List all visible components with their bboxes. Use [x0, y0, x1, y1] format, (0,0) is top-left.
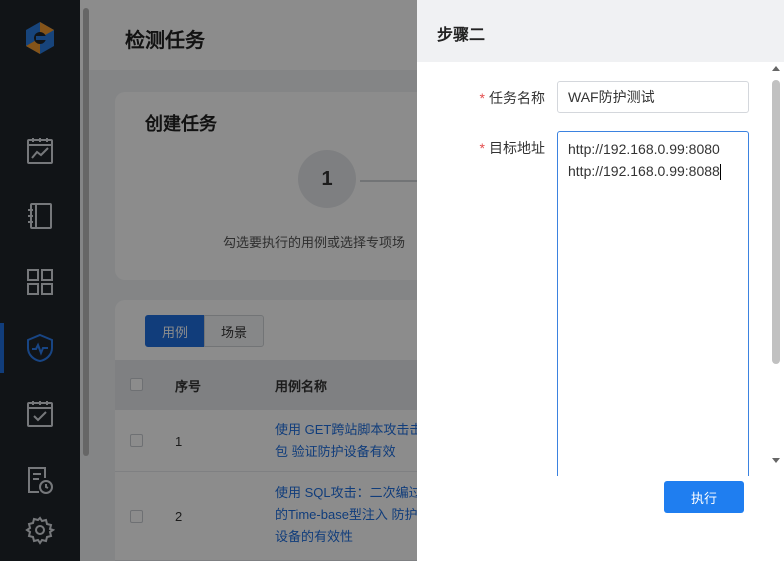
- target-address-textarea[interactable]: http://192.168.0.99:8080 http://192.168.0…: [557, 131, 749, 476]
- required-mark: *: [479, 90, 485, 106]
- target-address-line: http://192.168.0.99:8088: [568, 163, 720, 179]
- scroll-down-arrow-icon[interactable]: [772, 458, 780, 463]
- text-caret: [719, 164, 721, 181]
- step-two-drawer: 步骤二 * 任务名称 WAF防护测试 * 目标地址 http://192.168.0…: [417, 0, 784, 561]
- required-mark: *: [479, 140, 485, 156]
- drawer-scrollbar-thumb[interactable]: [772, 80, 780, 364]
- task-name-label: * 任务名称: [479, 90, 545, 106]
- drawer-mask[interactable]: [0, 0, 417, 561]
- target-address-label: * 目标地址: [479, 140, 545, 156]
- target-address-line: http://192.168.0.99:8080: [568, 141, 720, 157]
- drawer-header: 步骤二: [417, 0, 784, 62]
- scroll-up-arrow-icon[interactable]: [772, 66, 780, 71]
- task-name-input[interactable]: WAF防护测试: [557, 81, 749, 113]
- execute-button[interactable]: 执行: [664, 481, 744, 513]
- drawer-title: 步骤二: [437, 27, 486, 44]
